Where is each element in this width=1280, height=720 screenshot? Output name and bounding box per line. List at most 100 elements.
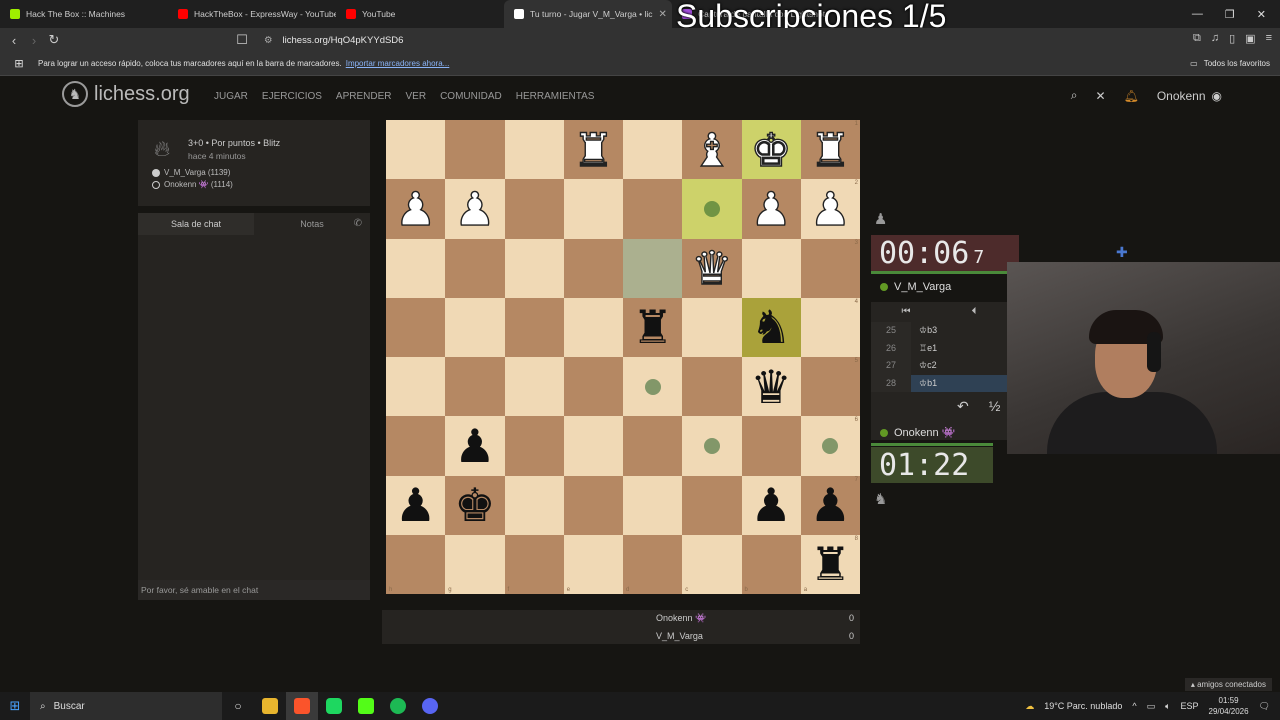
minimize-icon[interactable]: — <box>1192 8 1203 21</box>
volume-icon[interactable]: 🔈︎ <box>1165 701 1170 712</box>
close-tab-icon[interactable]: ✕ <box>659 9 667 20</box>
takeback-icon[interactable]: ↶ <box>957 398 969 415</box>
white-pawn-icon[interactable]: ♟ <box>750 185 793 232</box>
back-icon[interactable]: ‹ <box>4 33 24 48</box>
nav-jugar[interactable]: JUGAR <box>214 91 248 102</box>
board-square[interactable] <box>445 357 505 417</box>
opponent-name[interactable]: V_M_Varga <box>880 281 951 293</box>
app-green-icon[interactable] <box>318 692 350 720</box>
sidebar-icon[interactable]: ▯ <box>1229 32 1235 45</box>
board-square[interactable]: ♟ 2 <box>800 179 860 239</box>
restore-icon[interactable]: ❐ <box>1225 8 1235 21</box>
notifications-icon[interactable]: 🔔︎ <box>1124 89 1139 103</box>
legal-move-dot[interactable] <box>703 200 720 217</box>
board-square[interactable]: ♜ <box>563 120 623 180</box>
board-square[interactable] <box>386 120 446 180</box>
move-row[interactable]: 26 ♖e1 <box>871 339 1007 357</box>
first-move-icon[interactable]: ⏮ <box>902 302 911 322</box>
board-square[interactable] <box>386 297 446 357</box>
board-square[interactable] <box>504 297 564 357</box>
nav-comunidad[interactable]: COMUNIDAD <box>440 91 502 102</box>
kick-icon[interactable] <box>350 692 382 720</box>
board-square[interactable]: e <box>563 534 623 594</box>
white-bishop-icon[interactable]: ♝ <box>691 126 734 173</box>
black-knight-icon[interactable]: ♞ <box>751 304 792 350</box>
white-king-icon[interactable]: ♚ <box>750 126 793 173</box>
board-square[interactable]: ♚ <box>741 120 801 180</box>
chevron-up-icon[interactable]: ^ <box>1132 701 1136 711</box>
black-queen-icon[interactable]: ♛ <box>751 364 792 410</box>
board-square[interactable] <box>445 120 505 180</box>
nav-ejercicios[interactable]: EJERCICIOS <box>262 91 322 102</box>
white-queen-icon[interactable]: ♛ <box>691 244 734 291</box>
file-explorer-icon[interactable] <box>254 692 286 720</box>
board-square[interactable]: g <box>445 534 505 594</box>
black-pawn-icon[interactable]: ♟ <box>810 482 851 528</box>
search-icon[interactable]: ⌕ <box>1071 88 1078 103</box>
windows-start-icon[interactable]: ⊞ <box>0 698 30 714</box>
board-square[interactable] <box>563 475 623 535</box>
board-square[interactable]: b <box>741 534 801 594</box>
board-square[interactable] <box>563 297 623 357</box>
black-pawn-icon[interactable]: ♟ <box>751 482 792 528</box>
chat-input[interactable]: Por favor, sé amable en el chat <box>138 580 370 600</box>
brave-browser-icon[interactable] <box>286 692 318 720</box>
move-row[interactable]: 28 ♔b1 <box>871 374 1007 392</box>
board-square[interactable]: 3 <box>800 238 860 298</box>
board-square[interactable]: ♝ <box>682 120 742 180</box>
board-square[interactable] <box>741 416 801 476</box>
bookmark-icon[interactable]: ☐ <box>232 32 252 48</box>
taskbar-search[interactable]: ⌕ Buscar <box>30 692 222 720</box>
board-square[interactable] <box>504 357 564 417</box>
board-square[interactable]: 4 <box>800 297 860 357</box>
board-square[interactable]: ♛ <box>741 357 801 417</box>
chess-board[interactable]: ♜ ♝ ♚ ♜ 1 ♟ ♟ ♟ ♟ 2 ♛ 3 ♜ ♞ 4 ♛ 5 ♟ 6 ♟ ♚ ♟ ♟ 7 h g f e d c b ♜ 8 a <box>386 120 860 594</box>
board-square[interactable] <box>504 120 564 180</box>
tab-youtube-expressway[interactable]: HackTheBox - ExpressWay - YouTube <box>168 0 336 28</box>
board-square[interactable] <box>386 357 446 417</box>
legal-move-dot[interactable] <box>644 378 661 395</box>
board-square[interactable]: ♜ 8 a <box>800 534 860 594</box>
legal-move-dot[interactable] <box>822 437 839 454</box>
board-square[interactable]: ♟ <box>741 475 801 535</box>
board-square[interactable] <box>623 120 683 180</box>
tab-youtube[interactable]: YouTube <box>336 0 504 28</box>
white-player[interactable]: V_M_Varga (1139) <box>152 168 230 177</box>
board-square[interactable] <box>563 357 623 417</box>
system-clock[interactable]: 01:59 29/04/2026 <box>1209 695 1249 717</box>
board-square[interactable]: d <box>623 534 683 594</box>
board-square[interactable] <box>682 416 742 476</box>
black-rook-icon[interactable]: ♜ <box>810 541 851 587</box>
black-player[interactable]: Onokenn 👾 (1114) <box>152 180 233 189</box>
url-field[interactable]: ⚙ lichess.org/HqO4pKYYdSD6 <box>256 30 976 50</box>
site-logo[interactable]: ♞ lichess.org <box>62 81 190 107</box>
black-pawn-icon[interactable]: ♟ <box>395 482 436 528</box>
white-rook-icon[interactable]: ♜ <box>809 126 852 173</box>
notification-center-icon[interactable]: 🗨︎ <box>1259 701 1270 712</box>
close-icon[interactable]: ✕ <box>1096 89 1106 103</box>
all-favorites[interactable]: ▭ Todos los favoritos <box>1190 59 1280 68</box>
language-indicator[interactable]: ESP <box>1181 701 1199 711</box>
board-square[interactable] <box>682 475 742 535</box>
board-square[interactable] <box>741 238 801 298</box>
board-square[interactable]: ♟ 7 <box>800 475 860 535</box>
site-info-icon[interactable]: ⚙ <box>264 35 273 46</box>
tab-chat[interactable]: Sala de chat <box>138 213 254 235</box>
move-row[interactable]: 25 ♔b3 <box>871 322 1007 340</box>
user-menu[interactable]: Onokenn ◉ <box>1157 89 1222 103</box>
board-square[interactable]: ♟ <box>386 179 446 239</box>
extension-icon[interactable]: ⧉ <box>1193 32 1201 45</box>
tab-notes[interactable]: Notas <box>254 213 370 235</box>
music-icon[interactable]: ♫ <box>1211 32 1219 45</box>
board-square[interactable]: ♜ 1 <box>800 120 860 180</box>
board-square[interactable] <box>386 416 446 476</box>
board-square[interactable] <box>445 238 505 298</box>
nav-ver[interactable]: VER <box>406 91 427 102</box>
tab-lichess[interactable]: Tu turno - Jugar V_M_Varga • lic ✕ <box>504 0 672 28</box>
board-square[interactable] <box>504 238 564 298</box>
board-square[interactable] <box>682 297 742 357</box>
white-pawn-icon[interactable]: ♟ <box>394 185 437 232</box>
board-square[interactable] <box>623 475 683 535</box>
black-king-icon[interactable]: ♚ <box>454 482 495 528</box>
nav-aprender[interactable]: APRENDER <box>336 91 392 102</box>
